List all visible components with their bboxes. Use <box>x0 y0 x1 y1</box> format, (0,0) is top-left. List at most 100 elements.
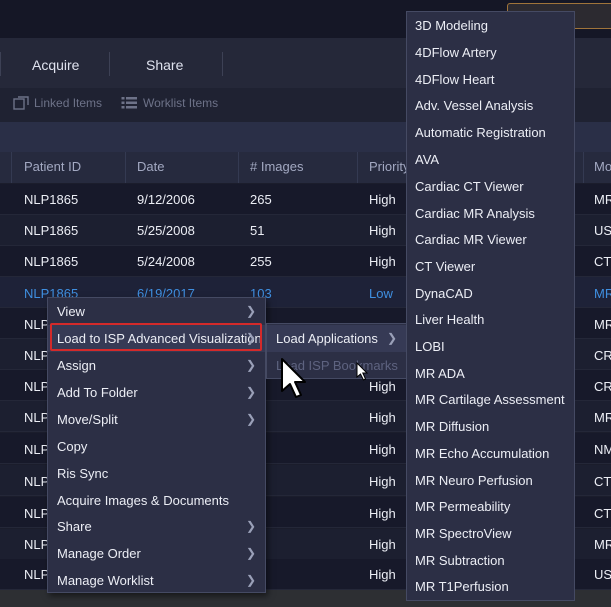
menu-item-assign[interactable]: Assign ❯ <box>48 352 265 379</box>
cell-modality: MR <box>594 537 611 552</box>
menu-item-label: Add To Folder <box>57 385 138 400</box>
column-header-date[interactable]: Date <box>137 159 164 174</box>
column-header-images[interactable]: # Images <box>250 159 303 174</box>
cell-patient-id: NLP1865 <box>24 223 79 238</box>
cell-patient-id: NLP <box>24 317 50 332</box>
app-item-adv-vessel-analysis[interactable]: Adv. Vessel Analysis <box>407 92 574 119</box>
app-item-cardiac-mr-viewer[interactable]: Cardiac MR Viewer <box>407 226 574 253</box>
menu-item-label: Share <box>57 519 92 534</box>
cell-priority: High <box>369 474 396 489</box>
applications-menu: 3D Modeling 4DFlow Artery 4DFlow Heart A… <box>406 11 575 601</box>
cell-modality: MR <box>594 192 611 207</box>
mouse-pointer-icon <box>281 358 306 398</box>
cell-images: 265 <box>250 192 272 207</box>
app-item-mr-cartilage-assessment[interactable]: MR Cartilage Assessment <box>407 386 574 413</box>
column-divider[interactable] <box>11 152 12 183</box>
app-item-3d-modeling[interactable]: 3D Modeling <box>407 12 574 39</box>
column-header-modality[interactable]: Mo <box>594 159 611 174</box>
column-header-patient-id[interactable]: Patient ID <box>24 159 81 174</box>
worklist-items-icon <box>121 97 137 109</box>
cell-modality: US <box>594 567 611 582</box>
app-item-mr-permeability[interactable]: MR Permeability <box>407 493 574 520</box>
cell-modality: CR <box>594 348 611 363</box>
worklist-items-button[interactable]: Worklist Items <box>121 96 218 110</box>
cell-date: 9/12/2006 <box>137 192 195 207</box>
cell-patient-id: NLP <box>24 506 50 521</box>
cell-priority: High <box>369 379 396 394</box>
menu-item-label: Copy <box>57 439 88 454</box>
menu-item-acquire-images[interactable]: Acquire Images & Documents <box>48 487 265 514</box>
menu-item-copy[interactable]: Copy <box>48 433 265 460</box>
menu-item-view[interactable]: View ❯ <box>48 298 265 325</box>
cell-priority: High <box>369 506 396 521</box>
app-item-liver-health[interactable]: Liver Health <box>407 306 574 333</box>
app-item-lobi[interactable]: LOBI <box>407 333 574 360</box>
app-item-dynacad[interactable]: DynaCAD <box>407 280 574 307</box>
cell-modality: CT <box>594 254 611 269</box>
cell-modality: MR <box>594 317 611 332</box>
cell-patient-id: NLP <box>24 442 50 457</box>
cell-patient-id: NLP <box>24 567 50 582</box>
menu-item-label: Acquire Images & Documents <box>57 493 229 508</box>
cell-modality: US <box>594 223 611 238</box>
menu-item-ris-sync[interactable]: Ris Sync <box>48 460 265 487</box>
tab-acquire[interactable]: Acquire <box>32 57 79 73</box>
cell-images: 51 <box>250 223 265 238</box>
column-divider[interactable] <box>125 152 126 183</box>
cell-modality: NM <box>594 442 611 457</box>
app-item-mr-echo-accumulation[interactable]: MR Echo Accumulation <box>407 440 574 467</box>
submenu-item-label: Load Applications <box>276 331 378 346</box>
menu-item-label: Move/Split <box>57 412 118 427</box>
cell-modality: MR <box>594 410 611 425</box>
column-divider[interactable] <box>357 152 358 183</box>
app-item-mr-t1perfusion[interactable]: MR T1Perfusion <box>407 573 574 600</box>
app-item-mr-subtraction[interactable]: MR Subtraction <box>407 547 574 574</box>
cell-priority: High <box>369 223 396 238</box>
cell-priority: High <box>369 442 396 457</box>
app-item-ava[interactable]: AVA <box>407 146 574 173</box>
submenu-item-load-applications[interactable]: Load Applications ❯ <box>267 325 407 352</box>
nav-divider <box>222 52 223 76</box>
cell-images: 255 <box>250 254 272 269</box>
nav-divider <box>109 52 110 76</box>
app-item-cardiac-ct-viewer[interactable]: Cardiac CT Viewer <box>407 173 574 200</box>
cell-priority: High <box>369 410 396 425</box>
chevron-right-icon: ❯ <box>245 304 256 318</box>
menu-item-manage-worklist[interactable]: Manage Worklist ❯ <box>48 567 265 594</box>
cell-patient-id: NLP <box>24 474 50 489</box>
menu-item-manage-order[interactable]: Manage Order ❯ <box>48 540 265 567</box>
menu-item-add-to-folder[interactable]: Add To Folder ❯ <box>48 379 265 406</box>
cell-patient-id: NLP <box>24 379 50 394</box>
tab-share[interactable]: Share <box>146 57 183 73</box>
cell-modality: CT <box>594 474 611 489</box>
column-divider[interactable] <box>238 152 239 183</box>
menu-item-label: Assign <box>57 358 97 373</box>
column-header-priority[interactable]: Priority <box>369 159 409 174</box>
app-item-4dflow-heart[interactable]: 4DFlow Heart <box>407 66 574 93</box>
cell-modality: MR <box>594 286 611 301</box>
app-item-mr-spectroview[interactable]: MR SpectroView <box>407 520 574 547</box>
menu-item-share[interactable]: Share ❯ <box>48 513 265 540</box>
menu-item-move-split[interactable]: Move/Split ❯ <box>48 406 265 433</box>
app-item-4dflow-artery[interactable]: 4DFlow Artery <box>407 39 574 66</box>
cell-patient-id: NLP <box>24 537 50 552</box>
app-item-mr-diffusion[interactable]: MR Diffusion <box>407 413 574 440</box>
app-item-cardiac-mr-analysis[interactable]: Cardiac MR Analysis <box>407 200 574 227</box>
app-item-mr-neuro-perfusion[interactable]: MR Neuro Perfusion <box>407 467 574 494</box>
cell-priority: High <box>369 192 396 207</box>
app-item-mr-ada[interactable]: MR ADA <box>407 360 574 387</box>
cell-modality: CT <box>594 506 611 521</box>
cell-date: 5/24/2008 <box>137 254 195 269</box>
linked-items-button[interactable]: Linked Items <box>13 96 102 110</box>
column-divider[interactable] <box>583 152 584 183</box>
app-item-automatic-registration[interactable]: Automatic Registration <box>407 119 574 146</box>
cell-patient-id: NLP1865 <box>24 192 79 207</box>
nav-divider <box>0 52 1 76</box>
chevron-right-icon: ❯ <box>245 385 256 399</box>
cell-patient-id: NLP1865 <box>24 254 79 269</box>
cell-patient-id: NLP <box>24 410 50 425</box>
chevron-right-icon: ❯ <box>245 358 256 372</box>
cell-date: 5/25/2008 <box>137 223 195 238</box>
menu-item-label: Ris Sync <box>57 466 109 481</box>
app-item-ct-viewer[interactable]: CT Viewer <box>407 253 574 280</box>
